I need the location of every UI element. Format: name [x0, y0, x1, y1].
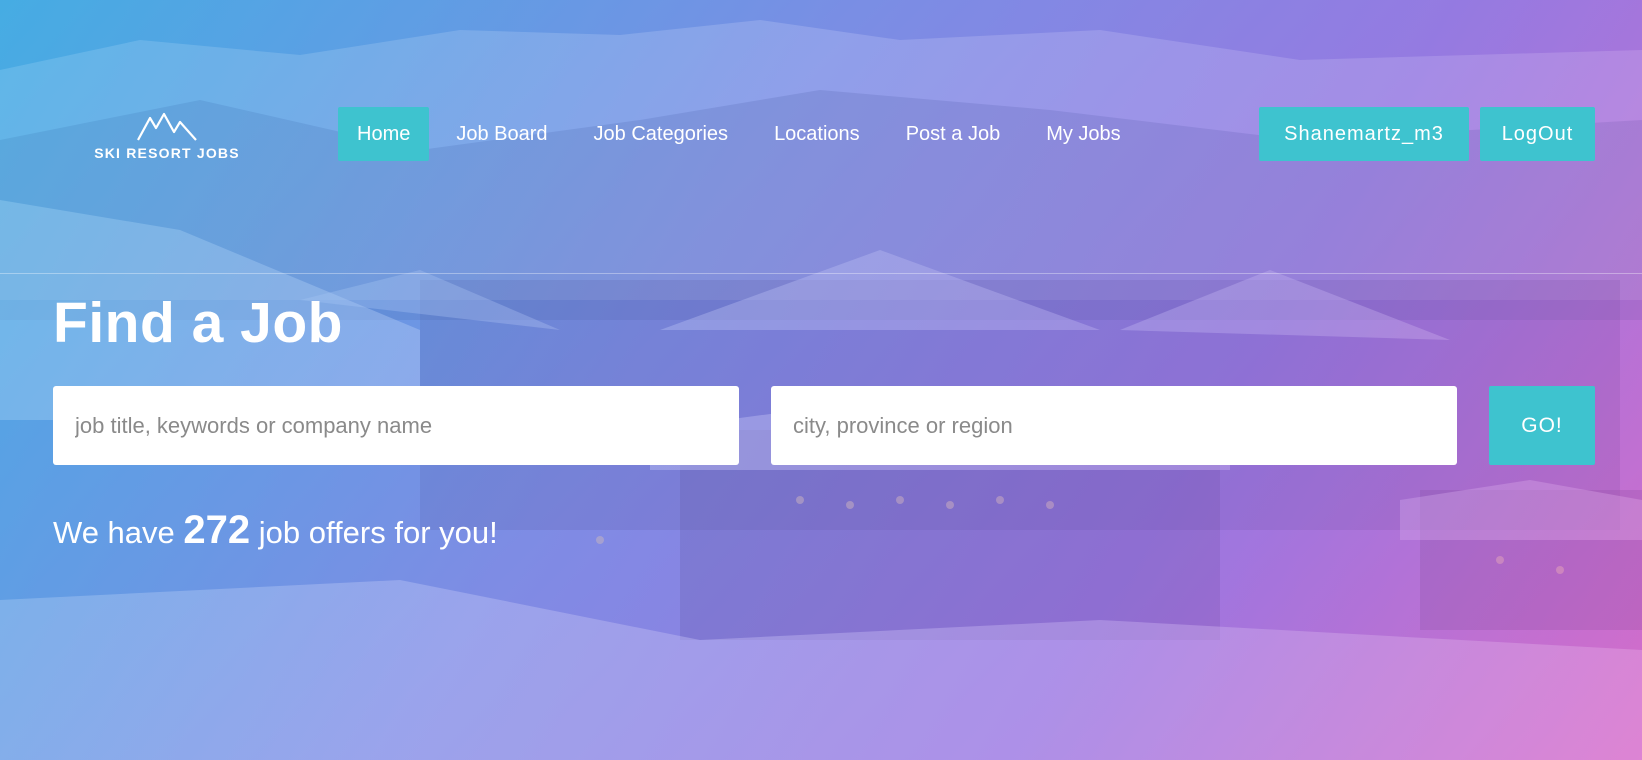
- mountain-icon: [137, 112, 197, 141]
- nav-job-categories[interactable]: Job Categories: [575, 107, 748, 161]
- main-nav: Home Job Board Job Categories Locations …: [338, 107, 1148, 161]
- user-account-button[interactable]: Shanemartz_m3: [1259, 107, 1469, 161]
- job-offers-summary: We have 272 job offers for you!: [53, 508, 498, 553]
- nav-job-board[interactable]: Job Board: [437, 107, 566, 161]
- nav-my-jobs[interactable]: My Jobs: [1027, 107, 1139, 161]
- offers-prefix: We have: [53, 515, 175, 550]
- nav-locations[interactable]: Locations: [755, 107, 879, 161]
- page-title: Find a Job: [53, 291, 343, 355]
- offers-suffix: job offers for you!: [258, 515, 498, 550]
- nav-home[interactable]: Home: [338, 107, 430, 161]
- brand-name: SKI RESORT JOBS: [94, 145, 240, 161]
- keyword-search-input[interactable]: [53, 386, 739, 465]
- nav-post-a-job[interactable]: Post a Job: [887, 107, 1020, 161]
- site-header: SKI RESORT JOBS Home Job Board Job Categ…: [0, 0, 1642, 274]
- logout-button[interactable]: LogOut: [1480, 107, 1595, 161]
- search-go-button[interactable]: GO!: [1489, 386, 1595, 465]
- location-search-input[interactable]: [771, 386, 1457, 465]
- brand-logo[interactable]: SKI RESORT JOBS: [94, 108, 240, 164]
- offers-count: 272: [183, 508, 251, 552]
